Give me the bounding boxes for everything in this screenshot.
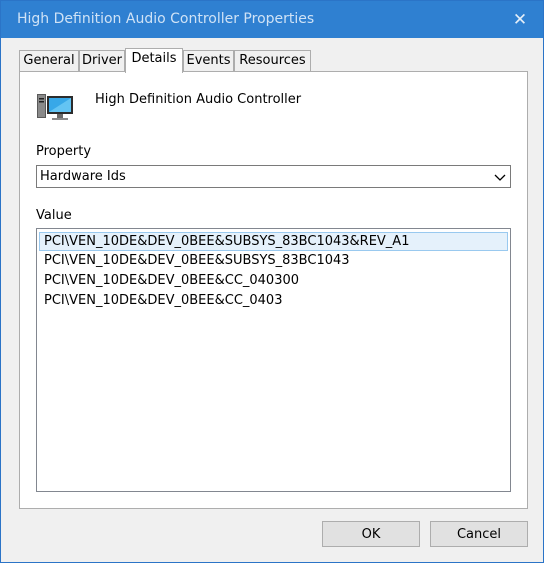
close-button[interactable]: ✕ [497, 1, 543, 38]
tab-general[interactable]: General [19, 50, 79, 71]
property-dropdown[interactable]: Hardware Ids [36, 165, 511, 188]
cancel-button[interactable]: Cancel [430, 521, 528, 547]
tab-resources[interactable]: Resources [234, 50, 311, 71]
computer-device-icon [37, 94, 73, 120]
ok-button[interactable]: OK [322, 521, 420, 547]
tab-details[interactable]: Details [125, 48, 183, 73]
title-bar[interactable]: High Definition Audio Controller Propert… [1, 1, 543, 38]
details-panel: High Definition Audio Controller Propert… [19, 71, 528, 509]
window-title: High Definition Audio Controller Propert… [17, 11, 315, 27]
list-item[interactable]: PCI\VEN_10DE&DEV_0BEE&SUBSYS_83BC1043&RE… [39, 232, 508, 251]
device-name: High Definition Audio Controller [95, 92, 302, 107]
value-listbox[interactable]: PCI\VEN_10DE&DEV_0BEE&SUBSYS_83BC1043&RE… [36, 228, 511, 492]
tab-events[interactable]: Events [183, 50, 234, 71]
list-item[interactable]: PCI\VEN_10DE&DEV_0BEE&CC_0403 [39, 292, 508, 311]
list-item[interactable]: PCI\VEN_10DE&DEV_0BEE&CC_040300 [39, 272, 508, 291]
value-label: Value [36, 208, 72, 223]
property-label: Property [36, 144, 92, 159]
properties-dialog: High Definition Audio Controller Propert… [0, 0, 544, 563]
property-selected-value: Hardware Ids [40, 169, 126, 184]
close-icon: ✕ [512, 9, 528, 30]
tab-driver[interactable]: Driver [79, 50, 125, 71]
list-item[interactable]: PCI\VEN_10DE&DEV_0BEE&SUBSYS_83BC1043 [39, 252, 508, 271]
chevron-down-icon [494, 174, 506, 181]
